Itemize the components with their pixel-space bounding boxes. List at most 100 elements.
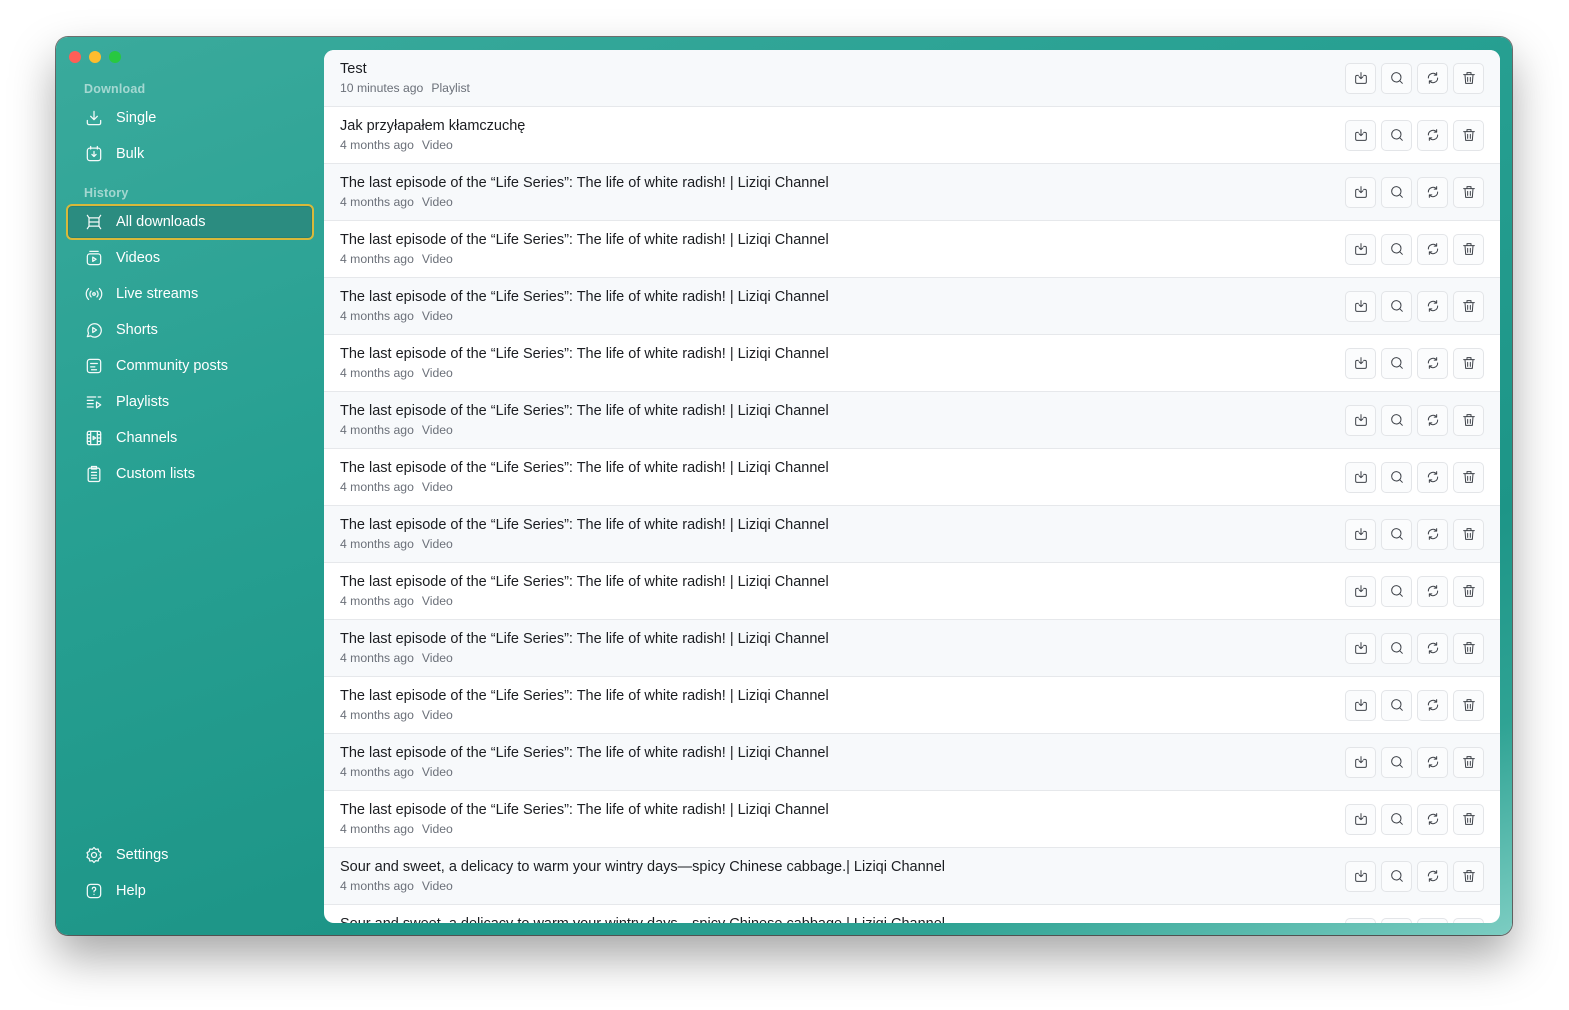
refresh-button[interactable] [1417, 404, 1448, 436]
search-button[interactable] [1381, 803, 1412, 835]
download-icon [1354, 870, 1367, 882]
sidebar-item-label: Custom lists [116, 466, 195, 482]
refresh-button[interactable] [1417, 233, 1448, 265]
download-row[interactable]: The last episode of the “Life Series”: T… [324, 506, 1500, 563]
download-row[interactable]: The last episode of the “Life Series”: T… [324, 164, 1500, 221]
sidebar-item-playlists[interactable]: Playlists [66, 384, 314, 420]
delete-button[interactable] [1453, 575, 1484, 607]
sidebar-item-label: Bulk [116, 146, 145, 162]
download-row[interactable]: The last episode of the “Life Series”: T… [324, 677, 1500, 734]
download-row[interactable]: The last episode of the “Life Series”: T… [324, 278, 1500, 335]
search-button[interactable] [1381, 119, 1412, 151]
refresh-button[interactable] [1417, 632, 1448, 664]
refresh-button[interactable] [1417, 290, 1448, 322]
download-row[interactable]: The last episode of the “Life Series”: T… [324, 563, 1500, 620]
download-row[interactable]: Jak przyłapałem kłamczuchę 4 months ago V… [324, 107, 1500, 164]
delete-button[interactable] [1453, 518, 1484, 550]
search-button[interactable] [1381, 62, 1412, 94]
delete-button[interactable] [1453, 803, 1484, 835]
download-button[interactable] [1345, 62, 1376, 94]
refresh-button[interactable] [1417, 575, 1448, 607]
refresh-button[interactable] [1417, 746, 1448, 778]
download-button[interactable] [1345, 689, 1376, 721]
download-button[interactable] [1345, 404, 1376, 436]
download-button[interactable] [1345, 917, 1376, 923]
download-row[interactable]: The last episode of the “Life Series”: T… [324, 335, 1500, 392]
download-button[interactable] [1345, 632, 1376, 664]
refresh-button[interactable] [1417, 803, 1448, 835]
sidebar-item-videos[interactable]: Videos [66, 240, 314, 276]
sidebar-item-all-downloads[interactable]: All downloads [66, 204, 314, 240]
delete-button[interactable] [1453, 119, 1484, 151]
delete-button[interactable] [1453, 347, 1484, 379]
sidebar-item-settings[interactable]: Settings [66, 837, 314, 873]
search-button[interactable] [1381, 461, 1412, 493]
search-button[interactable] [1381, 233, 1412, 265]
download-row[interactable]: The last episode of the “Life Series”: T… [324, 791, 1500, 848]
search-button[interactable] [1381, 347, 1412, 379]
download-button[interactable] [1345, 860, 1376, 892]
live-broadcast-icon [84, 284, 104, 304]
refresh-button[interactable] [1417, 689, 1448, 721]
download-row[interactable]: Sour and sweet, a delicacy to warm your … [324, 848, 1500, 905]
sidebar-item-single[interactable]: Single [66, 100, 314, 136]
refresh-button[interactable] [1417, 176, 1448, 208]
refresh-button[interactable] [1417, 461, 1448, 493]
search-button[interactable] [1381, 860, 1412, 892]
search-button[interactable] [1381, 632, 1412, 664]
delete-button[interactable] [1453, 860, 1484, 892]
refresh-button[interactable] [1417, 347, 1448, 379]
download-button[interactable] [1345, 461, 1376, 493]
delete-button[interactable] [1453, 176, 1484, 208]
download-button[interactable] [1345, 575, 1376, 607]
search-button[interactable] [1381, 518, 1412, 550]
download-button[interactable] [1345, 746, 1376, 778]
download-button[interactable] [1345, 176, 1376, 208]
download-button[interactable] [1345, 290, 1376, 322]
sidebar-item-channels[interactable]: Channels [66, 420, 314, 456]
download-button[interactable] [1345, 518, 1376, 550]
download-row[interactable]: The last episode of the “Life Series”: T… [324, 392, 1500, 449]
sidebar-item-bulk[interactable]: Bulk [66, 136, 314, 172]
delete-button[interactable] [1453, 461, 1484, 493]
download-button[interactable] [1345, 233, 1376, 265]
delete-button[interactable] [1453, 62, 1484, 94]
sidebar-item-custom-lists[interactable]: Custom lists [66, 456, 314, 492]
delete-button[interactable] [1453, 689, 1484, 721]
download-row[interactable]: Test 10 minutes ago Playlist [324, 50, 1500, 107]
delete-button[interactable] [1453, 632, 1484, 664]
refresh-button[interactable] [1417, 917, 1448, 923]
sidebar-item-shorts[interactable]: Shorts [66, 312, 314, 348]
download-row[interactable]: The last episode of the “Life Series”: T… [324, 449, 1500, 506]
download-row[interactable]: The last episode of the “Life Series”: T… [324, 221, 1500, 278]
delete-button[interactable] [1453, 233, 1484, 265]
row-actions [1345, 62, 1484, 94]
sidebar-item-live-streams[interactable]: Live streams [66, 276, 314, 312]
download-row[interactable]: The last episode of the “Life Series”: T… [324, 734, 1500, 791]
delete-button[interactable] [1453, 917, 1484, 923]
refresh-button[interactable] [1417, 860, 1448, 892]
search-button[interactable] [1381, 689, 1412, 721]
download-icon [1354, 756, 1367, 768]
search-button[interactable] [1381, 404, 1412, 436]
download-button[interactable] [1345, 803, 1376, 835]
search-button[interactable] [1381, 746, 1412, 778]
search-button[interactable] [1381, 290, 1412, 322]
delete-button[interactable] [1453, 404, 1484, 436]
refresh-button[interactable] [1417, 119, 1448, 151]
download-button[interactable] [1345, 119, 1376, 151]
search-button[interactable] [1381, 176, 1412, 208]
search-button[interactable] [1381, 917, 1412, 923]
download-row[interactable]: Sour and sweet, a delicacy to warm your … [324, 905, 1500, 923]
search-button[interactable] [1381, 575, 1412, 607]
delete-button[interactable] [1453, 746, 1484, 778]
download-type: Video [421, 480, 453, 494]
delete-button[interactable] [1453, 290, 1484, 322]
sidebar-item-community-posts[interactable]: Community posts [66, 348, 314, 384]
refresh-button[interactable] [1417, 518, 1448, 550]
refresh-button[interactable] [1417, 62, 1448, 94]
sidebar-item-help[interactable]: Help [66, 873, 314, 909]
row-actions [1345, 404, 1484, 436]
download-row[interactable]: The last episode of the “Life Series”: T… [324, 620, 1500, 677]
download-button[interactable] [1345, 347, 1376, 379]
